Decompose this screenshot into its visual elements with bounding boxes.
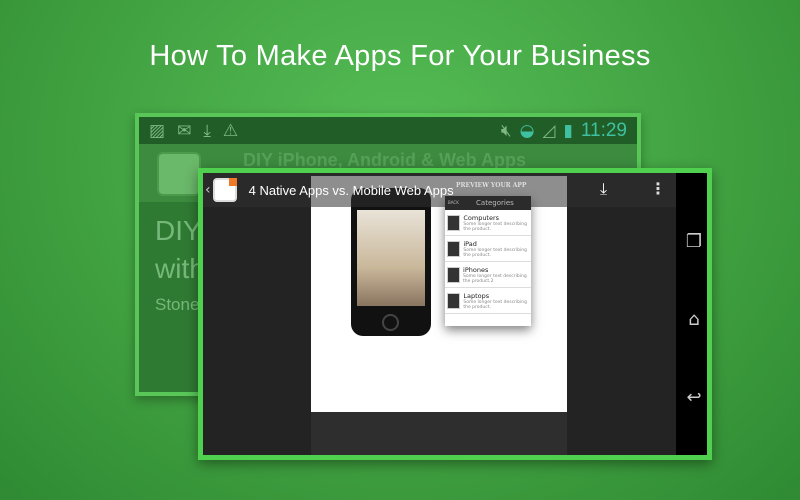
android-nav-bar: ❐ ⌂ ↩ [676,173,707,455]
item-desc: Some longer text describing the product. [463,299,527,310]
lecture-slide: PREVIEW YOUR APP BACK Categories Computer… [311,176,567,412]
signal-icon: ◿ [542,120,556,141]
back-label: BACK [448,200,459,205]
image-icon: ▨ [149,120,166,141]
video-player-screen: PREVIEW YOUR APP BACK Categories Computer… [198,168,712,460]
back-icon[interactable]: ↩ [686,387,701,408]
wifi-icon: ◒ [519,120,535,141]
item-name: iPhones [463,265,489,274]
player-top-bar: ‹ 4 Native Apps vs. Mobile Web Apps ⤓ ⋮ [203,173,676,207]
download-icon[interactable]: ⤓ [600,179,607,199]
phone-image [351,188,431,336]
item-name: Laptops [463,291,490,300]
back-chevron-icon[interactable]: ‹ [205,182,211,198]
slide-footer [311,412,567,455]
course-author: Stone [155,295,200,314]
more-options-icon[interactable]: ⋮ [650,179,666,198]
categories-panel: BACK Categories Computers Some longer text… [445,196,531,326]
download-icon: ⤓ [203,120,211,141]
udemy-app-icon[interactable] [212,178,237,202]
page-title: How To Make Apps For Your Business [149,40,651,72]
list-item: Laptops Some longer text describing the p… [445,288,531,314]
mute-icon: 🔇︎ [500,120,512,141]
item-desc: Some longer text describing the product. [463,221,527,232]
list-item: iPhones Some longer text describing the p… [445,262,531,288]
list-item: iPad Some longer text describing the prod… [445,236,531,262]
item-desc: Some longer text describing the product. [463,247,527,258]
item-name: iPad [463,239,477,248]
udemy-logo [157,152,201,196]
video-area[interactable]: PREVIEW YOUR APP BACK Categories Computer… [203,173,676,455]
gmail-icon: ✉ [177,120,192,141]
battery-icon: ▮ [563,120,573,141]
recent-apps-icon[interactable]: ❐ [686,231,702,252]
item-name: Computers [463,213,500,222]
slide-heading: PREVIEW YOUR APP [456,182,527,189]
lecture-title: 4 Native Apps vs. Mobile Web Apps [248,182,454,198]
course-text-line: DIY [155,215,202,246]
panel-title: Categories [476,199,514,207]
status-time: 11:29 [580,119,627,141]
home-icon[interactable]: ⌂ [688,309,699,330]
list-item: Computers Some longer text describing the… [445,210,531,236]
status-bar: ▨ ✉ ⤓ ⚠ 🔇︎ ◒ ◿ ▮ 11:29 [139,117,637,144]
item-desc: Some longer text describing the product.… [463,273,527,284]
warning-icon: ⚠ [222,120,239,141]
